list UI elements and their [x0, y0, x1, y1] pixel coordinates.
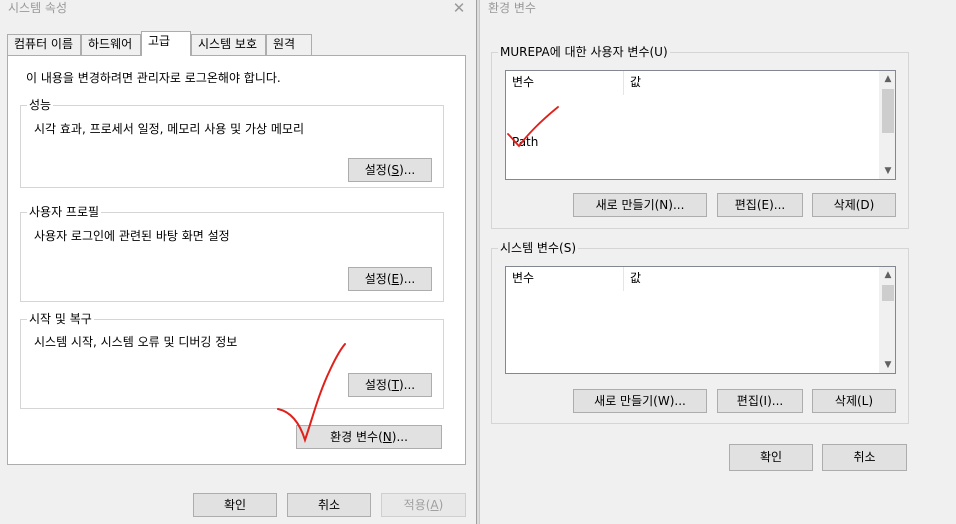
apply-button[interactable]: 적용(A) — [381, 493, 466, 517]
scrollbar-thumb[interactable] — [882, 89, 894, 133]
system-variables-label: 시스템 변수(S) — [498, 241, 578, 255]
environment-variables-dialog: 환경 변수 MUREPA에 대한 사용자 변수(U) 변수 값 Path ▲ ▼… — [480, 0, 956, 524]
system-edit-button[interactable]: 편집(I)... — [717, 389, 803, 413]
user-profile-group: 사용자 프로필 사용자 로그인에 관련된 바탕 화면 설정 설정(E)... — [20, 205, 444, 302]
list-item[interactable]: Path — [506, 133, 879, 151]
scroll-up-icon[interactable]: ▲ — [880, 71, 895, 87]
button-label: 설정( — [364, 272, 392, 286]
env-cancel-button[interactable]: 취소 — [822, 444, 907, 471]
performance-description: 시각 효과, 프로세서 일정, 메모리 사용 및 가상 메모리 — [34, 122, 304, 136]
close-icon[interactable]: ✕ — [452, 0, 466, 18]
environment-variables-button[interactable]: 환경 변수(N)... — [296, 425, 442, 449]
dialog-title: 환경 변수 — [488, 1, 536, 15]
performance-label: 성능 — [27, 98, 54, 112]
button-accesskey: E — [391, 272, 400, 286]
startup-recovery-description: 시스템 시작, 시스템 오류 및 디버깅 정보 — [34, 335, 238, 349]
startup-recovery-label: 시작 및 복구 — [27, 312, 94, 326]
column-header-value[interactable]: 값 — [624, 71, 641, 95]
button-label: 설정( — [364, 163, 392, 177]
system-properties-dialog: 시스템 속성 ✕ 컴퓨터 이름 하드웨어 고급 시스템 보호 원격 이 내용을 … — [0, 0, 476, 524]
system-delete-button[interactable]: 삭제(L) — [812, 389, 896, 413]
env-ok-button[interactable]: 확인 — [729, 444, 813, 471]
performance-settings-button[interactable]: 설정(S)... — [348, 158, 432, 182]
list-header: 변수 값 — [506, 267, 879, 291]
advanced-tab-panel: 이 내용을 변경하려면 관리자로 로그온해야 합니다. 성능 시각 효과, 프로… — [7, 55, 466, 465]
tab-advanced[interactable]: 고급 — [141, 31, 191, 56]
performance-group: 성능 시각 효과, 프로세서 일정, 메모리 사용 및 가상 메모리 설정(S)… — [20, 98, 444, 188]
scroll-down-icon[interactable]: ▼ — [880, 163, 895, 179]
tab-hardware[interactable]: 하드웨어 — [81, 34, 141, 55]
button-label-tail: )... — [399, 272, 416, 286]
startup-recovery-group: 시작 및 복구 시스템 시작, 시스템 오류 및 디버깅 정보 설정(T)... — [20, 312, 444, 409]
vertical-scrollbar[interactable]: ▲ ▼ — [879, 267, 895, 373]
button-label: 설정( — [364, 378, 392, 392]
user-new-button[interactable]: 새로 만들기(N)... — [573, 193, 707, 217]
button-label: 적용( — [403, 498, 431, 512]
column-header-variable[interactable]: 변수 — [506, 71, 624, 95]
button-label-tail: )... — [398, 378, 416, 392]
system-new-button[interactable]: 새로 만들기(W)... — [573, 389, 707, 413]
tab-remote[interactable]: 원격 — [266, 34, 312, 55]
system-variables-list[interactable]: 변수 값 ▲ ▼ — [505, 266, 896, 374]
scrollbar-thumb[interactable] — [882, 285, 894, 301]
button-accesskey: A — [430, 498, 439, 512]
user-variables-group: MUREPA에 대한 사용자 변수(U) 변수 값 Path ▲ ▼ 새로 만들… — [491, 45, 909, 229]
user-delete-button[interactable]: 삭제(D) — [812, 193, 896, 217]
user-profile-description: 사용자 로그인에 관련된 바탕 화면 설정 — [34, 229, 230, 243]
scroll-up-icon[interactable]: ▲ — [880, 267, 895, 283]
vertical-scrollbar[interactable]: ▲ ▼ — [879, 71, 895, 179]
tab-computer-name[interactable]: 컴퓨터 이름 — [7, 34, 81, 55]
button-accesskey: T — [391, 378, 399, 392]
user-profile-settings-button[interactable]: 설정(E)... — [348, 267, 432, 291]
button-label: 환경 변수( — [330, 430, 383, 444]
user-variables-list[interactable]: 변수 값 Path ▲ ▼ — [505, 70, 896, 180]
column-header-value[interactable]: 값 — [624, 267, 641, 291]
list-header: 변수 값 — [506, 71, 879, 95]
startup-recovery-settings-button[interactable]: 설정(T)... — [348, 373, 432, 397]
admin-note: 이 내용을 변경하려면 관리자로 로그온해야 합니다. — [26, 71, 281, 85]
dialog-title: 시스템 속성 — [8, 1, 68, 15]
system-variables-group: 시스템 변수(S) 변수 값 ▲ ▼ 새로 만들기(W)... 편집(I)...… — [491, 241, 909, 424]
ok-button[interactable]: 확인 — [193, 493, 277, 517]
button-label-tail: ) — [438, 498, 444, 512]
button-label-tail: )... — [399, 163, 416, 177]
variable-name: Path — [512, 135, 539, 149]
tab-system-protection[interactable]: 시스템 보호 — [191, 34, 266, 55]
user-edit-button[interactable]: 편집(E)... — [717, 193, 803, 217]
column-header-variable[interactable]: 변수 — [506, 267, 624, 291]
user-variables-label: MUREPA에 대한 사용자 변수(U) — [498, 45, 670, 59]
user-profile-label: 사용자 프로필 — [27, 205, 102, 219]
cancel-button[interactable]: 취소 — [287, 493, 371, 517]
scroll-down-icon[interactable]: ▼ — [880, 357, 895, 373]
button-accesskey: N — [382, 430, 392, 444]
button-label-tail: )... — [391, 430, 408, 444]
button-accesskey: S — [391, 163, 400, 177]
